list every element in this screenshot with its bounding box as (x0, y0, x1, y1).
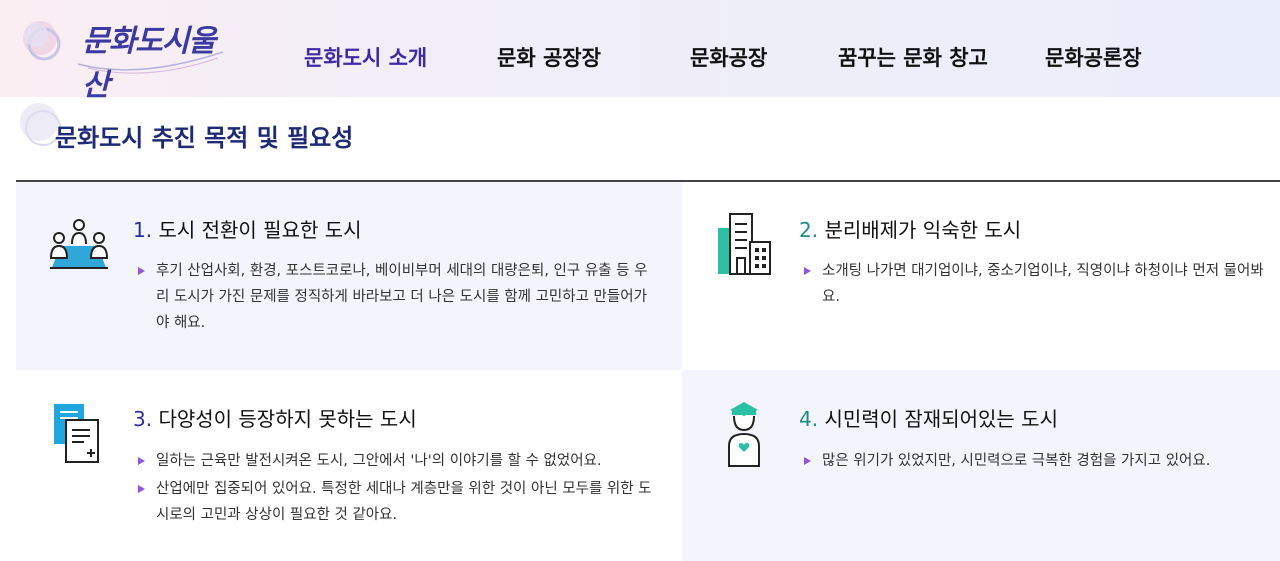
card-bullets: 소개팅 나가면 대기업이냐, 중소기업이냐, 직영이냐 하청이냐 먼저 물어봐요… (804, 258, 1269, 312)
nav-item-culture-city-intro[interactable]: 문화도시 소개 (288, 42, 444, 72)
card-number: 1. (133, 218, 153, 242)
nav-item-culture-forum[interactable]: 문화공론장 (1045, 42, 1142, 72)
bullet-arrow-icon (804, 267, 811, 275)
card-title: 1. 도시 전환이 필요한 도시 (133, 214, 362, 243)
bullet-arrow-icon (804, 457, 811, 465)
card-latent-citizen-power: 4. 시민력이 잠재되어있는 도시 많은 위기가 있었지만, 시민력으로 극복한… (682, 370, 1280, 561)
nav-item-label: 문화공론장 (1045, 46, 1142, 70)
bullet-arrow-icon (138, 457, 145, 465)
card-title: 4. 시민력이 잠재되어있는 도시 (799, 403, 1058, 432)
card-bullets: 일하는 근육만 발전시켜온 도시, 그안에서 '나'의 이야기를 할 수 없었어… (138, 448, 658, 530)
card-title-text: 분리배제가 익숙한 도시 (824, 218, 1022, 242)
card-title-text: 도시 전환이 필요한 도시 (158, 218, 362, 242)
bullet-text: 소개팅 나가면 대기업이냐, 중소기업이냐, 직영이냐 하청이냐 먼저 물어봐요… (822, 263, 1264, 305)
buildings-icon (718, 213, 771, 275)
nav-item-dream-culture-warehouse[interactable]: 꿈꾸는 문화 창고 (838, 42, 988, 72)
list-item: 소개팅 나가면 대기업이냐, 중소기업이냐, 직영이냐 하청이냐 먼저 물어봐요… (804, 258, 1269, 310)
bullet-text: 많은 위기가 있었지만, 시민력으로 극복한 경험을 가지고 있어요. (822, 453, 1211, 469)
card-title: 3. 다양성이 등장하지 못하는 도시 (133, 403, 417, 432)
card-title-text: 시민력이 잠재되어있는 도시 (824, 407, 1058, 431)
main-nav: 문화도시 소개 문화 공장장 문화공장 꿈꾸는 문화 창고 문화공론장 (0, 0, 1280, 97)
section-header: 문화도시 추진 목적 및 필요성 (17, 100, 617, 160)
card-need-transition: 1. 도시 전환이 필요한 도시 후기 산업사회, 환경, 포스트코로나, 베이… (16, 182, 682, 370)
bullet-text: 산업에만 집중되어 있어요. 특정한 세대나 계층만을 위한 것이 아닌 모두를… (156, 481, 652, 523)
card-title-text: 다양성이 등장하지 못하는 도시 (158, 407, 417, 431)
card-number: 3. (133, 407, 153, 431)
nav-item-culture-factory[interactable]: 문화공장 (690, 42, 767, 72)
card-separation-familiar: 2. 분리배제가 익숙한 도시 소개팅 나가면 대기업이냐, 중소기업이냐, 직… (682, 182, 1280, 370)
list-item: 일하는 근육만 발전시켜온 도시, 그안에서 '나'의 이야기를 할 수 없었어… (138, 448, 658, 474)
bullet-arrow-icon (138, 267, 145, 275)
card-bullets: 후기 산업사회, 환경, 포스트코로나, 베이비부머 세대의 대량은퇴, 인구 … (138, 258, 648, 338)
list-item: 많은 위기가 있었지만, 시민력으로 극복한 경험을 가지고 있어요. (804, 448, 1269, 474)
nav-item-label: 꿈꾸는 문화 창고 (838, 46, 988, 70)
page-title: 문화도시 추진 목적 및 필요성 (55, 124, 354, 152)
nav-item-label: 문화도시 소개 (304, 46, 428, 70)
bullet-text: 후기 산업사회, 환경, 포스트코로나, 베이비부머 세대의 대량은퇴, 인구 … (156, 263, 648, 331)
nav-item-label: 문화공장 (690, 46, 768, 70)
list-item: 산업에만 집중되어 있어요. 특정한 세대나 계층만을 위한 것이 아닌 모두를… (138, 476, 658, 528)
list-item: 후기 산업사회, 환경, 포스트코로나, 베이비부머 세대의 대량은퇴, 인구 … (138, 258, 648, 336)
meeting-people-icon (49, 219, 109, 269)
card-number: 2. (799, 218, 819, 242)
nav-item-culture-factory-manager[interactable]: 문화 공장장 (497, 42, 601, 72)
site-header: 문화도시울산 문화도시 소개 문화 공장장 문화공장 꿈꾸는 문화 창고 문화공… (0, 0, 1280, 103)
bullet-text: 일하는 근육만 발전시켜온 도시, 그안에서 '나'의 이야기를 할 수 없었어… (156, 453, 602, 469)
citizen-heart-icon (728, 402, 760, 467)
card-title: 2. 분리배제가 익숙한 도시 (799, 214, 1021, 243)
card-number: 4. (799, 407, 819, 431)
bullet-arrow-icon (138, 485, 145, 493)
card-bullets: 많은 위기가 있었지만, 시민력으로 극복한 경험을 가지고 있어요. (804, 448, 1269, 476)
card-lack-diversity: 3. 다양성이 등장하지 못하는 도시 일하는 근육만 발전시켜온 도시, 그안… (16, 370, 682, 561)
documents-icon (54, 404, 99, 463)
nav-item-label: 문화 공장장 (497, 46, 601, 70)
